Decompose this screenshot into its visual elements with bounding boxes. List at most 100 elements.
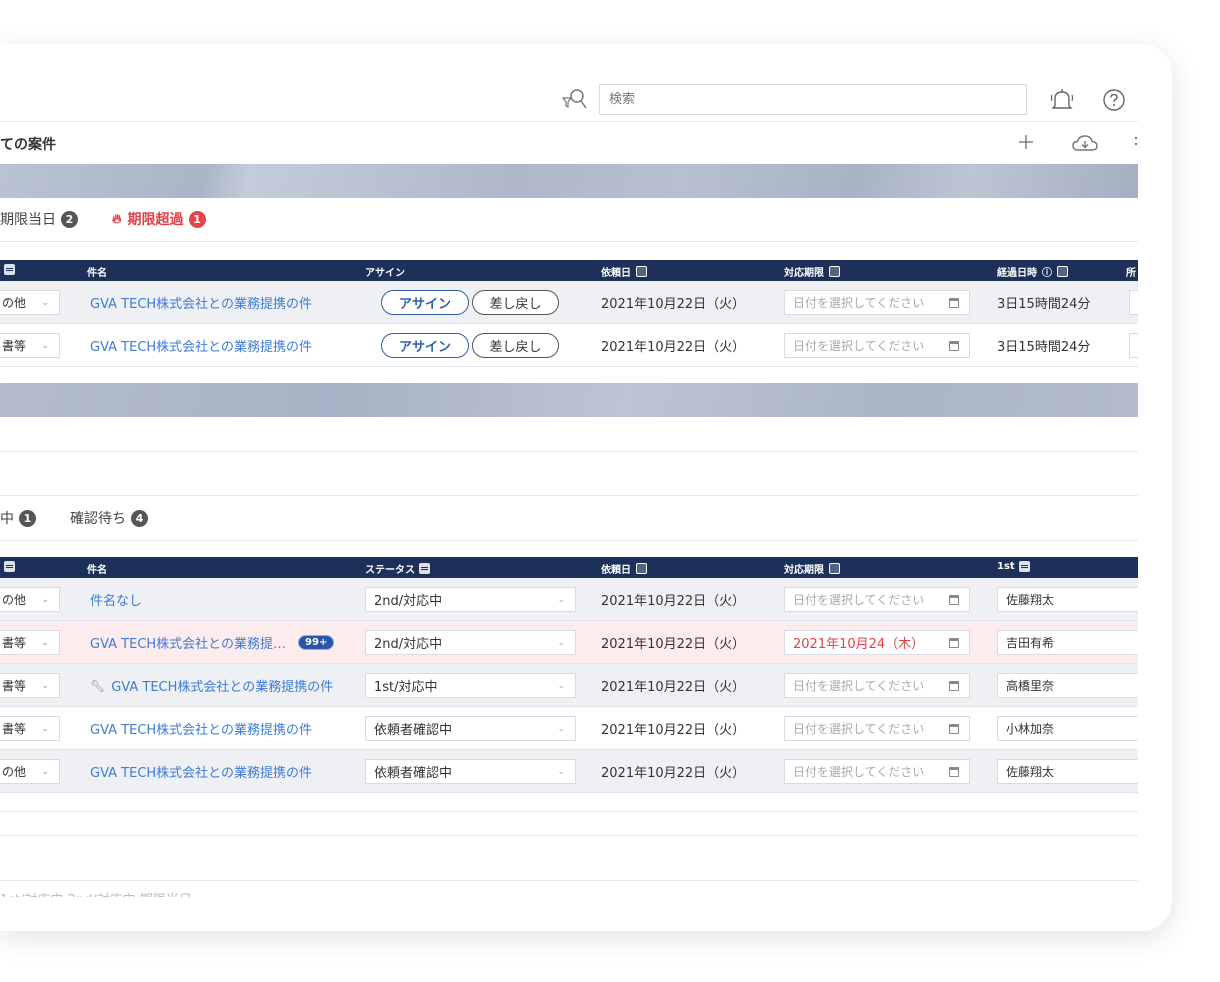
col-status[interactable]: ステータス bbox=[365, 561, 430, 576]
col-requested[interactable]: 依頼日 bbox=[601, 561, 647, 576]
elapsed-time: 3日15時間24分 bbox=[997, 340, 1091, 355]
col-requested[interactable]: 依頼日 bbox=[601, 264, 647, 279]
table-row[interactable]: 書等 ⌄ GVA TECH株式会社との業務提携の件 アサイン 差し戻し 2021年… bbox=[0, 324, 1138, 367]
date-placeholder: 日付を選択してください bbox=[793, 593, 925, 607]
calendar-icon[interactable] bbox=[949, 298, 959, 308]
chevron-down-icon: ⌄ bbox=[557, 766, 565, 777]
tab-awaiting-confirmation[interactable]: 確認待ち 4 bbox=[70, 508, 148, 528]
table-row[interactable]: 書等 ⌄ GVA TECH株式会社との業務提… 99+ 2nd/対応中 ⌄ 2021年… bbox=[0, 621, 1138, 664]
status-select[interactable]: 依頼者確認中 ⌄ bbox=[365, 759, 576, 784]
filter-icon[interactable] bbox=[1018, 561, 1030, 572]
bell-icon[interactable] bbox=[1050, 87, 1074, 113]
col-filter[interactable] bbox=[0, 264, 15, 275]
chevron-down-icon: ⌄ bbox=[41, 766, 49, 777]
deadline-date-input[interactable]: 日付を選択してください bbox=[784, 716, 970, 741]
help-icon[interactable] bbox=[1102, 88, 1126, 112]
case-title-link[interactable]: GVA TECH株式会社との業務提携の件 bbox=[111, 676, 333, 695]
calendar-icon[interactable] bbox=[949, 341, 959, 351]
status-select[interactable]: 2nd/対応中 ⌄ bbox=[365, 587, 576, 612]
category-select[interactable]: 書等 ⌄ bbox=[0, 716, 60, 741]
deadline-date-input[interactable]: 日付を選択してください bbox=[784, 759, 970, 784]
calendar-icon[interactable] bbox=[949, 595, 959, 605]
extra-field[interactable] bbox=[1129, 333, 1138, 358]
case-title-link[interactable]: GVA TECH株式会社との業務提携の件 bbox=[90, 293, 312, 312]
case-title-link[interactable]: GVA TECH株式会社との業務提携の件 bbox=[90, 336, 312, 355]
status-select[interactable]: 2nd/対応中 ⌄ bbox=[365, 630, 576, 655]
case-title-link[interactable]: GVA TECH株式会社との業務提携の件 bbox=[90, 719, 312, 738]
deadline-date-input[interactable]: 日付を選択してください bbox=[784, 673, 970, 698]
chevron-down-icon: ⌄ bbox=[41, 594, 49, 605]
table-row[interactable]: の他 ⌄ GVA TECH株式会社との業務提携の件 アサイン 差し戻し 2021年… bbox=[0, 281, 1138, 324]
sort-icon[interactable] bbox=[1057, 266, 1068, 277]
table-row[interactable]: 書等 ⌄ 🔧︎ GVA TECH株式会社との業務提携の件 1st/対応中 ⌄ 2021… bbox=[0, 664, 1138, 707]
more-icon[interactable] bbox=[1134, 135, 1138, 149]
requested-date: 2021年10月22日（火） bbox=[601, 340, 746, 355]
first-reviewer-field[interactable]: 小林加奈 bbox=[997, 716, 1138, 741]
deadline-date-input[interactable]: 日付を選択してください bbox=[784, 587, 970, 612]
category-select[interactable]: の他 ⌄ bbox=[0, 290, 60, 315]
case-title-link[interactable]: GVA TECH株式会社との業務提携の件 bbox=[90, 762, 312, 781]
filter-icon[interactable] bbox=[419, 563, 430, 574]
first-reviewer-field[interactable]: 佐藤翔太 bbox=[997, 587, 1138, 612]
category-select[interactable]: の他 ⌄ bbox=[0, 759, 60, 784]
return-button[interactable]: 差し戻し bbox=[472, 290, 559, 315]
col-deadline[interactable]: 対応期限 bbox=[784, 264, 840, 279]
deadline-date-input[interactable]: 日付を選択してください bbox=[784, 290, 970, 315]
category-select[interactable]: 書等 ⌄ bbox=[0, 630, 60, 655]
table-row[interactable]: 書等 ⌄ GVA TECH株式会社との業務提携の件 依頼者確認中 ⌄ 2021年10… bbox=[0, 707, 1138, 750]
calendar-icon[interactable] bbox=[949, 767, 959, 777]
col-elapsed[interactable]: 経過日時 ⓘ bbox=[997, 264, 1068, 279]
col-deadline[interactable]: 対応期限 bbox=[784, 561, 840, 576]
deadline-date-input[interactable]: 2021年10月24（木） bbox=[784, 630, 970, 655]
first-reviewer-field[interactable]: 高橋里奈 bbox=[997, 673, 1138, 698]
col-last: 所 bbox=[1126, 268, 1136, 279]
status-value: 2nd/対応中 bbox=[374, 594, 443, 609]
plus-icon[interactable] bbox=[1016, 132, 1036, 152]
filter-icon[interactable] bbox=[4, 264, 15, 275]
status-select[interactable]: 1st/対応中 ⌄ bbox=[365, 673, 576, 698]
tab-label: 期限超過 bbox=[127, 212, 184, 228]
info-icon[interactable]: ⓘ bbox=[1042, 264, 1052, 279]
status-select[interactable]: 依頼者確認中 ⌄ bbox=[365, 716, 576, 741]
search-input[interactable] bbox=[599, 84, 1027, 115]
first-reviewer-field[interactable]: 佐藤翔太 bbox=[997, 759, 1138, 784]
search-filter-icon[interactable] bbox=[561, 88, 587, 110]
col-first[interactable]: 1st bbox=[997, 561, 1030, 572]
deadline-date-input[interactable]: 日付を選択してください bbox=[784, 333, 970, 358]
assign-button[interactable]: アサイン bbox=[381, 290, 469, 315]
category-select[interactable]: の他 ⌄ bbox=[0, 587, 60, 612]
tab-due-today[interactable]: 期限当日 2 bbox=[0, 209, 78, 229]
col-label: 依頼日 bbox=[601, 565, 631, 576]
requested-date: 2021年10月22日（火） bbox=[601, 723, 746, 738]
chevron-down-icon: ⌄ bbox=[41, 637, 49, 648]
table-row[interactable]: の他 ⌄ GVA TECH株式会社との業務提携の件 依頼者確認中 ⌄ 2021年10… bbox=[0, 750, 1138, 793]
sort-icon[interactable] bbox=[636, 563, 647, 574]
extra-field[interactable] bbox=[1129, 290, 1138, 315]
chevron-down-icon: ⌄ bbox=[557, 594, 565, 605]
case-title-link[interactable]: GVA TECH株式会社との業務提… bbox=[90, 633, 286, 652]
table-row[interactable]: の他 ⌄ 件名なし 2nd/対応中 ⌄ 2021年10月22日（火） 日付を選択して… bbox=[0, 578, 1138, 621]
calendar-icon[interactable] bbox=[949, 638, 959, 648]
assign-button[interactable]: アサイン bbox=[381, 333, 469, 358]
sort-icon[interactable] bbox=[829, 266, 840, 277]
case-title-link[interactable]: 件名なし bbox=[90, 590, 142, 609]
calendar-icon[interactable] bbox=[949, 724, 959, 734]
category-value: 書等 bbox=[2, 722, 27, 736]
return-button[interactable]: 差し戻し bbox=[472, 333, 559, 358]
status-value: 2nd/対応中 bbox=[374, 637, 443, 652]
table-header: 件名 ステータス 依頼日 対応期限 1st bbox=[0, 557, 1138, 578]
tab-in-progress[interactable]: 中 1 bbox=[0, 508, 36, 528]
category-select[interactable]: 書等 ⌄ bbox=[0, 673, 60, 698]
first-reviewer-field[interactable]: 吉田有希 bbox=[997, 630, 1138, 655]
sort-icon[interactable] bbox=[829, 563, 840, 574]
filter-icon[interactable] bbox=[4, 561, 15, 572]
category-value: 書等 bbox=[2, 679, 27, 693]
calendar-icon[interactable] bbox=[949, 681, 959, 691]
sort-icon[interactable] bbox=[636, 266, 647, 277]
app-window: ての案件 期限当日 2 🔥︎ 期限超過 1 bbox=[0, 44, 1172, 931]
chevron-down-icon: ⌄ bbox=[557, 680, 565, 691]
tab-overdue[interactable]: 🔥︎ 期限超過 1 bbox=[112, 209, 206, 229]
col-filter[interactable] bbox=[0, 561, 15, 572]
cloud-download-icon[interactable] bbox=[1072, 133, 1098, 153]
category-select[interactable]: 書等 ⌄ bbox=[0, 333, 60, 358]
